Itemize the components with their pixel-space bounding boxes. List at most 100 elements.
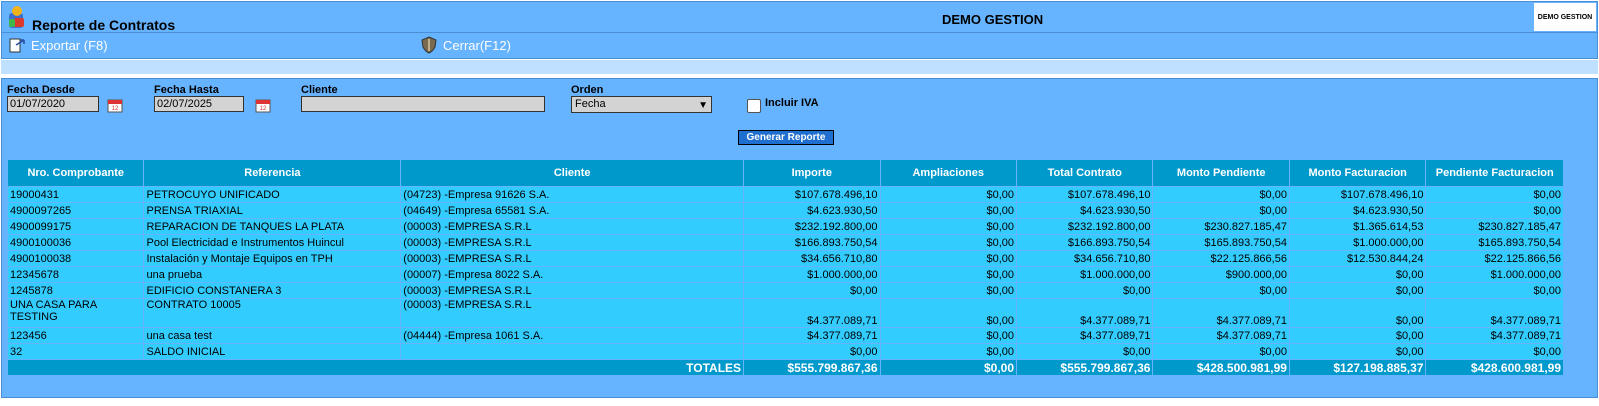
incluir-iva-checkbox[interactable]: [747, 99, 761, 113]
cell-cliente: (00007) -Empresa 8022 S.A.: [401, 267, 744, 282]
cell-importe: $0,00: [744, 344, 880, 359]
cell-monto-pendiente: $0,00: [1153, 187, 1289, 202]
cell-monto-facturacion: $107.678.496,10: [1289, 187, 1426, 202]
cell-cliente: (04723) -Empresa 91626 S.A.: [401, 187, 744, 202]
toolbar: Exportar (F8) Cerrar(F12): [1, 33, 1598, 59]
separator-band: [1, 60, 1598, 74]
table-row[interactable]: 19000431 PETROCUYO UNIFICADO (04723) -Empr…: [8, 187, 1563, 202]
table-row[interactable]: 4900099175 REPARACION DE TANQUES LA PLATA…: [8, 219, 1563, 234]
cell-total-contrato: $4.377.089,71: [1017, 328, 1153, 343]
cell-ampliaciones: $0,00: [880, 187, 1016, 202]
title-bar: Reporte de Contratos DEMO GESTION DEMO G…: [1, 1, 1598, 33]
col-pendiente-facturacion: Pendiente Facturacion: [1426, 160, 1563, 186]
cell-total-contrato: $1.000.000,00: [1017, 267, 1153, 282]
app-logo-icon: [9, 6, 24, 28]
cell-nro-comprobante: 4900100036: [8, 235, 144, 250]
cell-pendiente-facturacion: $0,00: [1426, 283, 1563, 298]
cell-cliente: [401, 344, 744, 359]
cell-referencia: REPARACION DE TANQUES LA PLATA: [144, 219, 401, 234]
cell-monto-facturacion: $0,00: [1289, 328, 1426, 343]
col-monto-facturacion: Monto Facturacion: [1289, 160, 1426, 186]
cell-referencia: SALDO INICIAL: [144, 344, 401, 359]
cliente-label: Cliente: [301, 84, 338, 96]
cell-cliente: (04444) -Empresa 1061 S.A.: [401, 328, 744, 343]
cell-ampliaciones: $0,00: [880, 267, 1016, 282]
cell-total-contrato: $4.623.930,50: [1017, 203, 1153, 218]
cell-importe: $4.377.089,71: [744, 328, 880, 343]
total-monto-facturacion: $127.198.885,37: [1289, 360, 1426, 375]
cell-monto-pendiente: $22.125.866,56: [1153, 251, 1289, 266]
cell-cliente: (00003) -EMPRESA S.R.L: [401, 251, 744, 266]
cell-pendiente-facturacion: $22.125.866,56: [1426, 251, 1563, 266]
export-button[interactable]: Exportar (F8): [8, 36, 108, 54]
table-row[interactable]: 32 SALDO INICIAL $0,00 $0,00 $0,00 $0,00 $0,00…: [8, 344, 1563, 359]
col-cliente: Cliente: [401, 160, 744, 186]
fecha-desde-label: Fecha Desde: [7, 84, 75, 96]
cell-importe: $166.893.750,54: [744, 235, 880, 250]
cell-nro-comprobante: 12345678: [8, 267, 144, 282]
cell-monto-pendiente: $0,00: [1153, 344, 1289, 359]
cell-referencia: EDIFICIO CONSTANERA 3: [144, 283, 401, 298]
orden-selected-value: Fecha: [575, 98, 606, 110]
cell-importe: $232.192.800,00: [744, 219, 880, 234]
cell-monto-pendiente: $0,00: [1153, 203, 1289, 218]
col-importe: Importe: [744, 160, 880, 186]
calendar-icon[interactable]: 12: [254, 96, 272, 114]
cell-pendiente-facturacion: $0,00: [1426, 203, 1563, 218]
col-monto-pendiente: Monto Pendiente: [1153, 160, 1289, 186]
orden-select[interactable]: Fecha ▼: [571, 96, 712, 113]
close-button[interactable]: Cerrar(F12): [420, 36, 511, 54]
totals-row: TOTALES $555.799.867,36 $0,00 $555.799.8…: [8, 360, 1563, 375]
cell-importe: $1.000.000,00: [744, 267, 880, 282]
cell-nro-comprobante: 32: [8, 344, 144, 359]
cell-cliente: (04649) -Empresa 65581 S.A.: [401, 203, 744, 218]
cell-total-contrato: $166.893.750,54: [1017, 235, 1153, 250]
cell-total-contrato: $0,00: [1017, 283, 1153, 298]
cell-pendiente-facturacion: $1.000.000,00: [1426, 267, 1563, 282]
table-row[interactable]: UNA CASA PARA TESTING CONTRATO 10005 (0000…: [8, 299, 1563, 327]
cell-total-contrato: $232.192.800,00: [1017, 219, 1153, 234]
fecha-hasta-input[interactable]: 02/07/2025: [154, 96, 244, 112]
cell-referencia: Pool Electricidad e Instrumentos Huincul: [144, 235, 401, 250]
cell-pendiente-facturacion: $4.377.089,71: [1426, 299, 1563, 327]
cell-referencia: Instalación y Montaje Equipos en TPH: [144, 251, 401, 266]
cell-nro-comprobante: 1245878: [8, 283, 144, 298]
contracts-table: Nro. Comprobante Referencia Cliente Impo…: [7, 159, 1564, 376]
cell-nro-comprobante: UNA CASA PARA TESTING: [8, 299, 144, 327]
cell-referencia: CONTRATO 10005: [144, 299, 401, 327]
chevron-down-icon: ▼: [698, 100, 708, 111]
calendar-icon[interactable]: 12: [106, 96, 124, 114]
table-row[interactable]: 4900100036 Pool Electricidad e Instrument…: [8, 235, 1563, 250]
cell-cliente: (00003) -EMPRESA S.R.L: [401, 299, 744, 327]
cell-monto-pendiente: $4.377.089,71: [1153, 328, 1289, 343]
page-title: Reporte de Contratos: [32, 17, 176, 33]
incluir-iva-label: Incluir IVA: [765, 97, 819, 109]
table-row[interactable]: 4900100038 Instalación y Montaje Equipos …: [8, 251, 1563, 266]
cliente-input[interactable]: [301, 96, 545, 112]
totals-label: TOTALES: [8, 360, 744, 375]
table-row[interactable]: 4900097265 PRENSA TRIAXIAL (04649) -Empres…: [8, 203, 1563, 218]
cell-importe: $4.623.930,50: [744, 203, 880, 218]
close-label: Cerrar(F12): [443, 37, 511, 53]
cell-nro-comprobante: 4900099175: [8, 219, 144, 234]
cell-monto-pendiente: $0,00: [1153, 283, 1289, 298]
generate-report-button[interactable]: Generar Reporte: [738, 130, 834, 145]
cell-ampliaciones: $0,00: [880, 251, 1016, 266]
cell-ampliaciones: $0,00: [880, 299, 1016, 327]
table-row[interactable]: 12345678 una prueba (00007) -Empresa 8022 …: [8, 267, 1563, 282]
cell-monto-facturacion: $0,00: [1289, 283, 1426, 298]
export-label: Exportar (F8): [31, 37, 108, 53]
fecha-desde-input[interactable]: 01/07/2020: [7, 96, 99, 112]
cell-importe: $0,00: [744, 283, 880, 298]
cell-total-contrato: $34.656.710,80: [1017, 251, 1153, 266]
table-row[interactable]: 1245878 EDIFICIO CONSTANERA 3 (00003) -EMP…: [8, 283, 1563, 298]
table-row[interactable]: 123456 una casa test (04444) -Empresa 1061…: [8, 328, 1563, 343]
cell-ampliaciones: $0,00: [880, 219, 1016, 234]
cell-monto-facturacion: $0,00: [1289, 299, 1426, 327]
svg-text:12: 12: [260, 106, 267, 112]
cell-total-contrato: $107.678.496,10: [1017, 187, 1153, 202]
cell-importe: $34.656.710,80: [744, 251, 880, 266]
table-header-row: Nro. Comprobante Referencia Cliente Impo…: [8, 160, 1563, 186]
fecha-hasta-label: Fecha Hasta: [154, 84, 219, 96]
cell-referencia: una casa test: [144, 328, 401, 343]
